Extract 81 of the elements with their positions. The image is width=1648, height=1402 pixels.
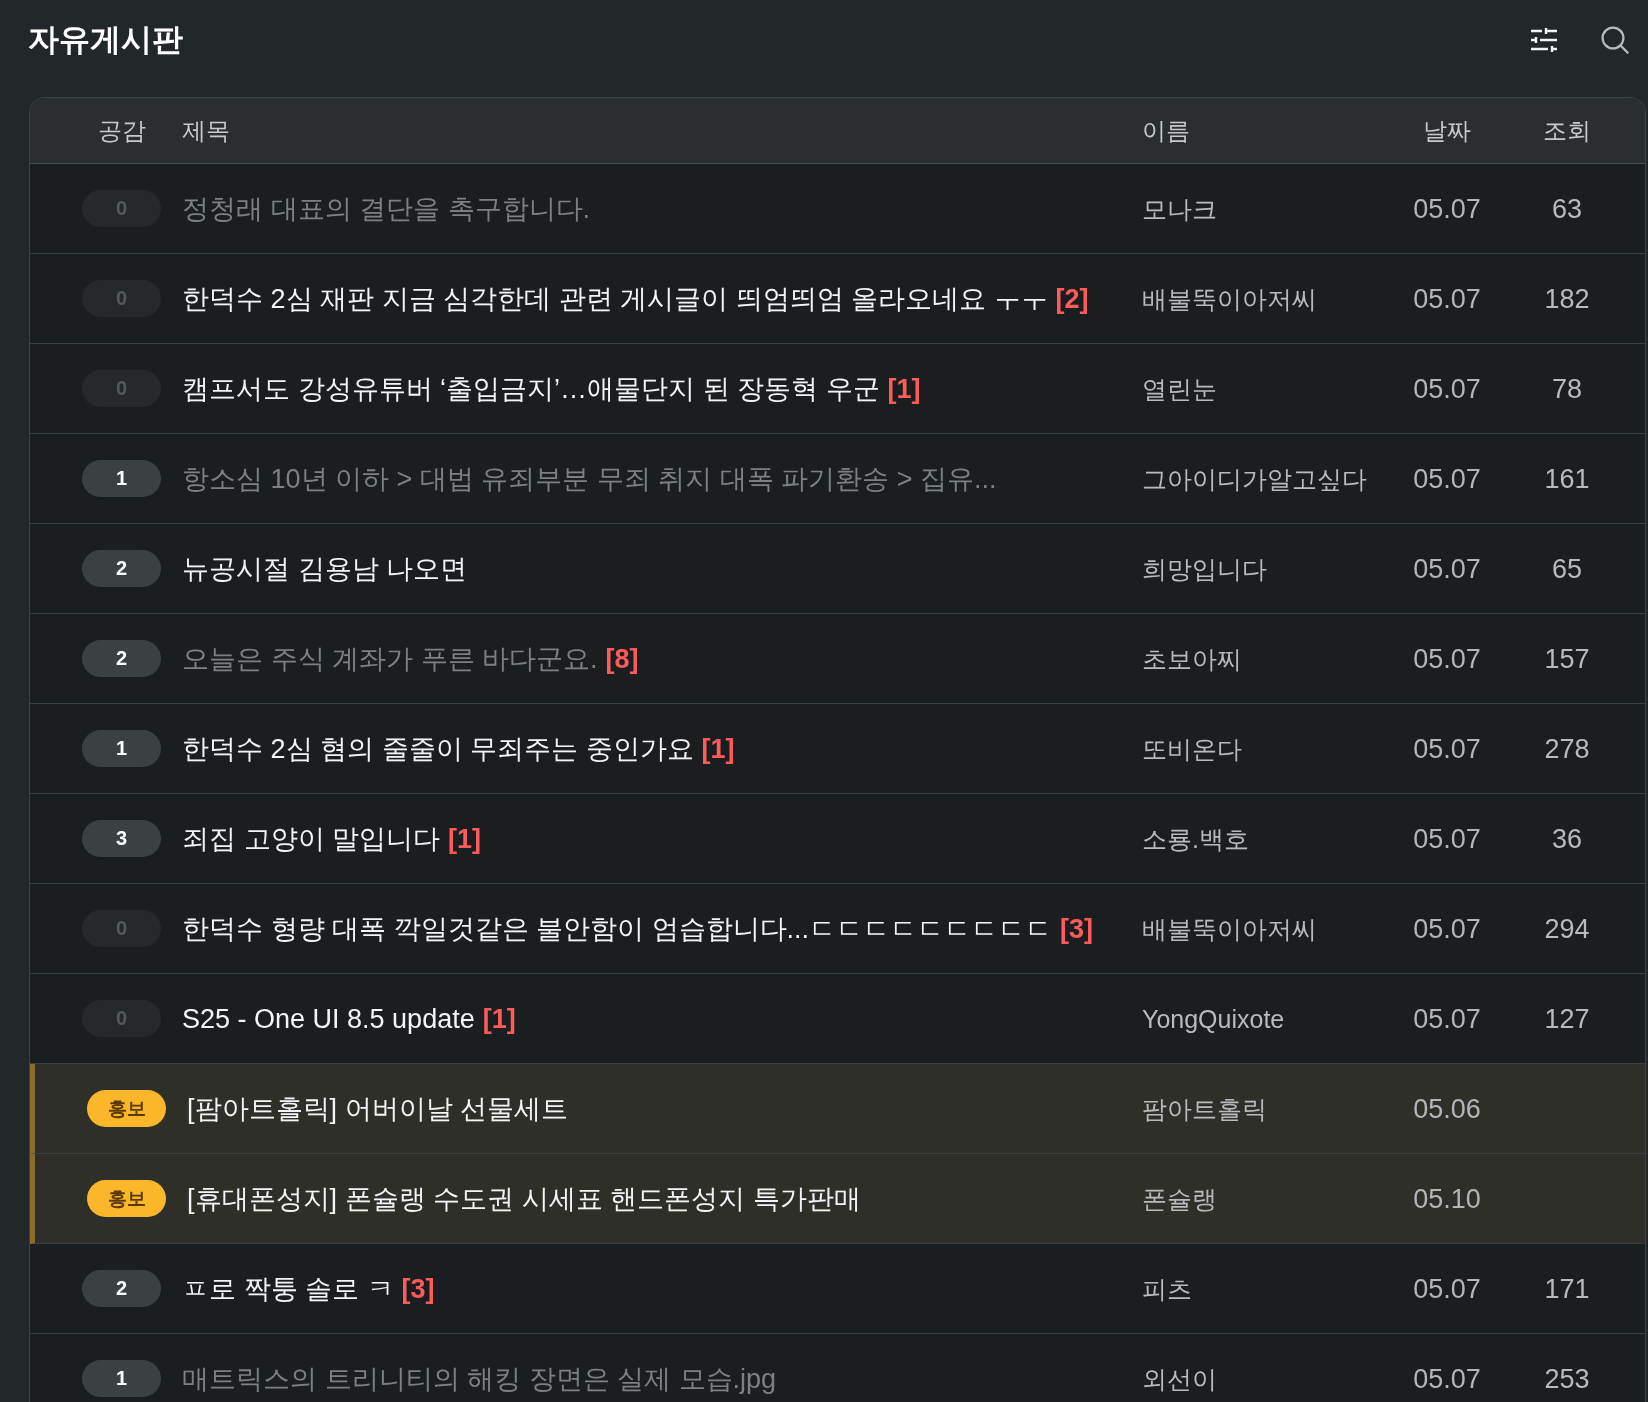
author-name: 그아이디가알고싶다 xyxy=(1142,463,1367,495)
column-header: 이름 xyxy=(1142,115,1190,146)
post-date: 05.07 xyxy=(1413,1002,1481,1035)
post-date: 05.07 xyxy=(1413,192,1481,225)
comment-count: [2] xyxy=(1055,282,1089,316)
author-name: 피츠 xyxy=(1142,1273,1192,1305)
post-title[interactable]: 뉴공시절 김용남 나오면 xyxy=(182,550,467,587)
post-date: 05.07 xyxy=(1413,282,1481,315)
post-title[interactable]: ㅍ로 짝퉁 솔로 ㅋ xyxy=(182,1270,394,1307)
search-icon[interactable] xyxy=(1601,26,1629,54)
view-count: 278 xyxy=(1544,732,1590,765)
likes-badge: 2 xyxy=(82,640,161,677)
post-title[interactable]: 죄집 고양이 말입니다 xyxy=(182,820,440,857)
likes-badge: 1 xyxy=(82,730,161,767)
author-name: 외선이 xyxy=(1142,1363,1217,1395)
author-name: 열린눈 xyxy=(1142,373,1217,405)
post-title[interactable]: [팜아트홀릭] 어버이날 선물세트 xyxy=(187,1090,568,1127)
post-date: 05.07 xyxy=(1413,552,1481,585)
comment-count: [8] xyxy=(605,642,639,676)
post-date: 05.06 xyxy=(1413,1092,1481,1125)
post-title[interactable]: 오늘은 주식 계좌가 푸른 바다군요. xyxy=(182,640,598,677)
view-count: 171 xyxy=(1544,1272,1590,1305)
post-date: 05.07 xyxy=(1413,912,1481,945)
author-name: 폰슐랭 xyxy=(1142,1183,1217,1215)
post-title[interactable]: 정청래 대표의 결단을 촉구합니다. xyxy=(182,190,590,227)
likes-badge: 1 xyxy=(82,1360,161,1397)
author-name: 초보아찌 xyxy=(1142,643,1242,675)
comment-count: [1] xyxy=(482,1002,516,1036)
post-date: 05.07 xyxy=(1413,1272,1481,1305)
post-date: 05.07 xyxy=(1413,1362,1481,1395)
author-name: 또비온다 xyxy=(1142,733,1242,765)
sliders-icon[interactable] xyxy=(1530,27,1558,53)
view-count: 36 xyxy=(1551,822,1582,855)
author-name: YongQuixote xyxy=(1142,1003,1285,1035)
post-title[interactable]: 한덕수 형량 대폭 깍일것같은 불안함이 엄습합니다...ㄷㄷㄷㄷㄷㄷㄷㄷㄷ xyxy=(182,910,1052,947)
author-name: 배불뚝이아저씨 xyxy=(1142,913,1317,945)
post-title[interactable]: 항소심 10년 이하 > 대법 유죄부분 무죄 취지 대폭 파기환송 > 집유... xyxy=(182,460,997,497)
view-count: 157 xyxy=(1544,642,1590,675)
post-title[interactable]: 한덕수 2심 혐의 줄줄이 무죄주는 중인가요 xyxy=(182,730,694,767)
author-name: 모나크 xyxy=(1142,193,1217,225)
promoted-row[interactable]: 홍보 [휴대폰성지] 폰슐랭 수도권 시세표 핸드폰성지 특가판매 폰슐랭 05.10 xyxy=(30,1154,1645,1244)
promoted-row[interactable]: 홍보 [팜아트홀릭] 어버이날 선물세트 팜아트홀릭 05.06 xyxy=(30,1064,1645,1154)
likes-badge: 2 xyxy=(82,550,161,587)
author-name: 희망입니다 xyxy=(1142,553,1267,585)
post-date: 05.10 xyxy=(1413,1182,1481,1215)
comment-count: [1] xyxy=(448,822,481,856)
promo-label: 홍보 xyxy=(87,1090,166,1127)
likes-badge: 2 xyxy=(82,1270,161,1307)
post-date: 05.07 xyxy=(1413,642,1481,675)
view-count: 253 xyxy=(1544,1362,1590,1395)
board-title: 자유게시판 xyxy=(28,22,183,57)
column-header: 공감 xyxy=(97,115,146,146)
post-date: 05.07 xyxy=(1413,732,1481,765)
likes-badge: 3 xyxy=(82,820,161,857)
comment-count: [3] xyxy=(1060,912,1093,946)
column-header: 제목 xyxy=(182,115,230,146)
likes-badge: 1 xyxy=(82,460,161,497)
view-count: 182 xyxy=(1544,282,1590,315)
view-count: 65 xyxy=(1551,552,1582,585)
post-title[interactable]: S25 - One UI 8.5 update xyxy=(182,1000,475,1037)
view-count: 63 xyxy=(1551,192,1582,225)
post-date: 05.07 xyxy=(1413,372,1481,405)
post-title[interactable]: 캠프서도 강성유튜버 ‘출입금지’…애물단지 된 장동혁 우군 xyxy=(182,370,880,407)
promo-label: 홍보 xyxy=(87,1180,166,1217)
comment-count: [1] xyxy=(701,732,735,766)
post-title[interactable]: 한덕수 2심 재판 지금 심각한데 관련 게시글이 띄엄띄엄 올라오네요 ㅜㅜ xyxy=(182,280,1048,317)
author-name: 배불뚝이아저씨 xyxy=(1142,283,1317,315)
view-count: 78 xyxy=(1551,372,1582,405)
column-header: 조회 xyxy=(1543,115,1591,146)
view-count: 161 xyxy=(1544,462,1590,495)
post-date: 05.07 xyxy=(1413,822,1481,855)
comment-count: [1] xyxy=(887,372,921,406)
post-title[interactable]: 매트릭스의 트리니티의 해킹 장면은 실제 모습.jpg xyxy=(182,1360,777,1397)
post-date: 05.07 xyxy=(1413,462,1481,495)
post-title[interactable]: [휴대폰성지] 폰슐랭 수도권 시세표 핸드폰성지 특가판매 xyxy=(187,1180,861,1217)
author-name: 팜아트홀릭 xyxy=(1142,1093,1267,1125)
column-header: 날짜 xyxy=(1423,115,1471,146)
view-count: 294 xyxy=(1544,912,1590,945)
comment-count: [3] xyxy=(401,1272,435,1306)
view-count: 127 xyxy=(1544,1002,1590,1035)
author-name: 소룡.백호 xyxy=(1142,823,1249,855)
